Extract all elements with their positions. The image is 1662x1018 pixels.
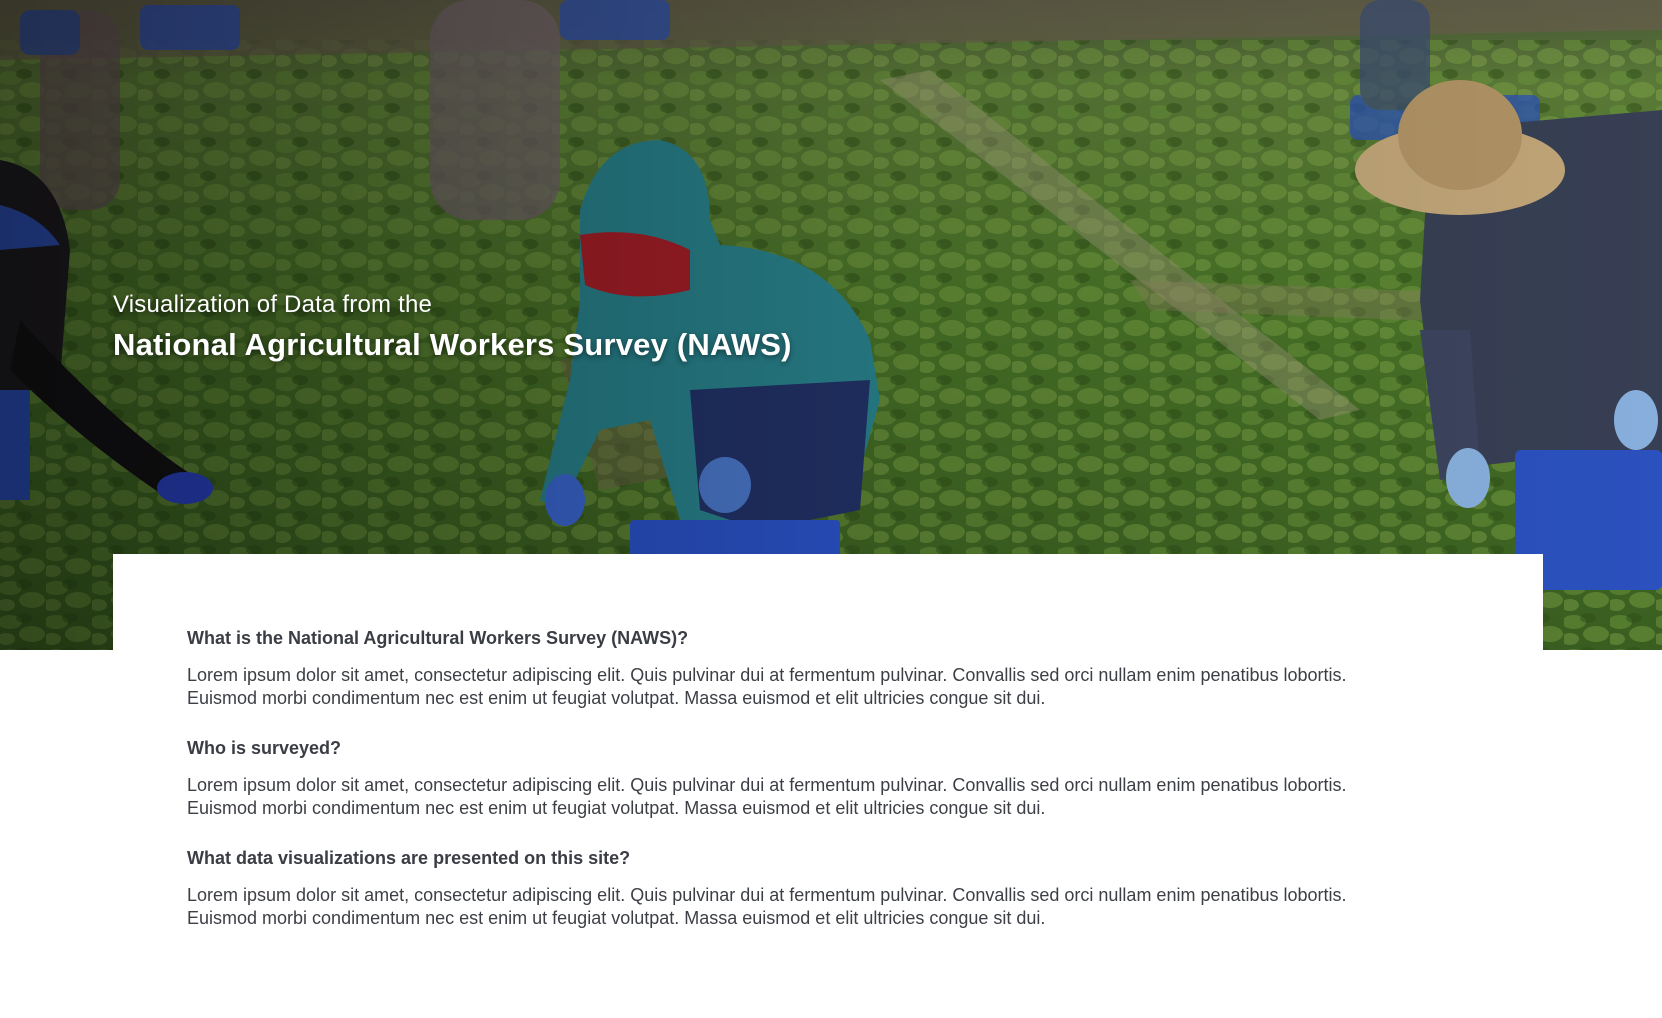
hero-banner: Visualization of Data from the National … <box>0 0 1662 650</box>
faq-question: Who is surveyed? <box>187 738 342 758</box>
page: Visualization of Data from the National … <box>0 0 1662 1018</box>
faq-item: What data visualizations are presented o… <box>187 844 1487 930</box>
faq-answer: Lorem ipsum dolor sit amet, consectetur … <box>187 774 1487 820</box>
faq-question: What is the National Agricultural Worker… <box>187 628 689 648</box>
faq-item: Who is surveyed? Lorem ipsum dolor sit a… <box>187 734 1487 820</box>
hero-subtitle: Visualization of Data from the <box>113 291 433 318</box>
faq-question: What data visualizations are presented o… <box>187 848 631 868</box>
faq-answer-line: Lorem ipsum dolor sit amet, consectetur … <box>187 775 1347 795</box>
faq-item: What is the National Agricultural Worker… <box>187 624 1487 710</box>
faq-answer-line: Lorem ipsum dolor sit amet, consectetur … <box>187 665 1347 685</box>
page-title: National Agricultural Workers Survey (NA… <box>113 327 792 362</box>
faq-section: What is the National Agricultural Worker… <box>187 624 1487 954</box>
faq-answer-line: Lorem ipsum dolor sit amet, consectetur … <box>187 885 1347 905</box>
faq-answer: Lorem ipsum dolor sit amet, consectetur … <box>187 664 1487 710</box>
faq-answer: Lorem ipsum dolor sit amet, consectetur … <box>187 884 1487 930</box>
faq-answer-line: Euismod morbi condimentum nec est enim u… <box>187 798 1046 818</box>
faq-answer-line: Euismod morbi condimentum nec est enim u… <box>187 908 1046 928</box>
hero-title-block: Visualization of Data from the National … <box>113 288 792 366</box>
faq-answer-line: Euismod morbi condimentum nec est enim u… <box>187 688 1046 708</box>
